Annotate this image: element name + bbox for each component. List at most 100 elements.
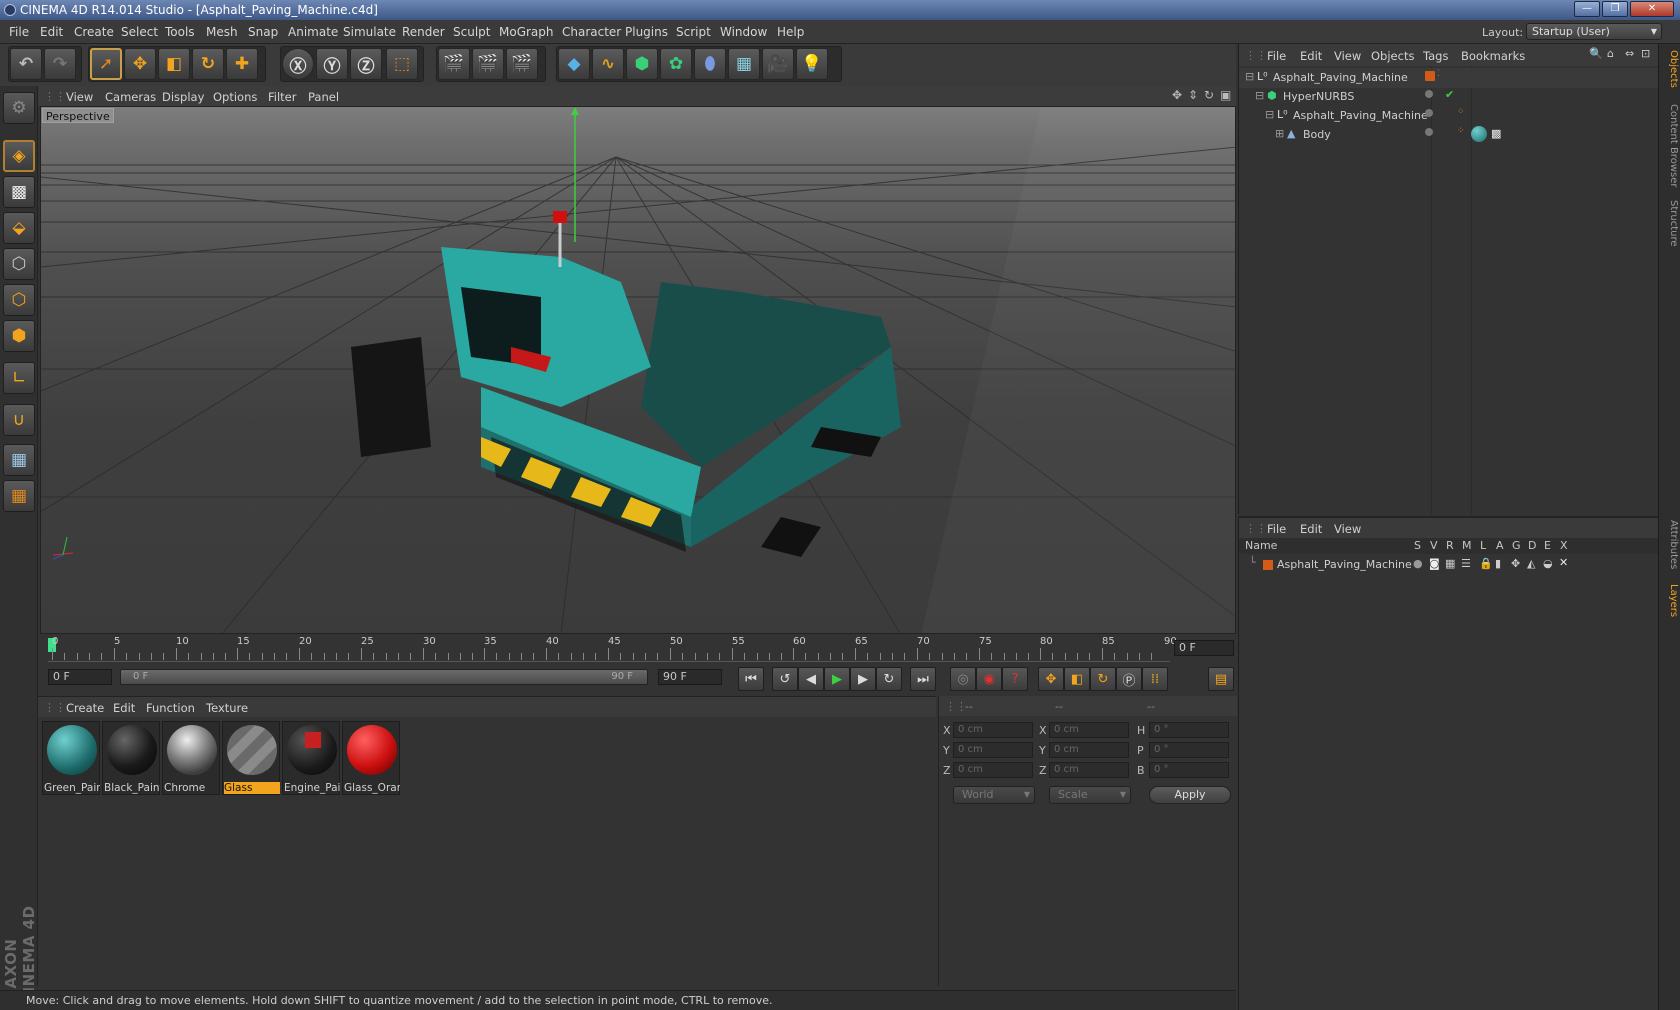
material-menu-texture[interactable]: Texture: [206, 701, 248, 715]
layer-color-swatch[interactable]: [1263, 560, 1273, 570]
layout-dropdown[interactable]: Startup (User) ▼: [1526, 23, 1662, 40]
lock-toggle-icon[interactable]: 🔒: [1479, 557, 1493, 570]
editor-visibility-dot[interactable]: [1425, 109, 1433, 117]
viewport-menu-view[interactable]: View: [66, 90, 93, 104]
key-pla-icon[interactable]: ⁞⁞: [1142, 667, 1168, 691]
collapse-icon[interactable]: ⊟: [1265, 108, 1274, 121]
tag-icon[interactable]: ⁘: [1457, 126, 1465, 136]
animation-toggle-icon[interactable]: ▮: [1495, 557, 1501, 570]
spline-icon[interactable]: ∿: [592, 48, 624, 80]
make-editable-icon[interactable]: ⚙: [3, 92, 35, 124]
key-parameter-icon[interactable]: Ⓟ: [1116, 667, 1142, 691]
visible-toggle-icon[interactable]: ◙: [1429, 557, 1440, 570]
points-mode-icon[interactable]: ⬡: [3, 248, 35, 280]
light-icon[interactable]: 💡: [796, 48, 828, 80]
timeline[interactable]: 0 5 10 15 20 25 30 35 40 45 50 55 60 65 70 75 80 85 90 0 F: [38, 634, 1236, 664]
visibility-dots-icon[interactable]: ⁚: [1437, 69, 1440, 79]
material-menu-function[interactable]: Function: [146, 701, 195, 715]
timeline-window-icon[interactable]: ▤: [1208, 667, 1234, 691]
collapse-icon[interactable]: ⊟: [1255, 89, 1264, 102]
render-view-icon[interactable]: 🎬: [438, 48, 470, 80]
coordinate-system-icon[interactable]: ⬚: [386, 48, 418, 80]
key-move-icon[interactable]: ✥: [1038, 667, 1064, 691]
undo-icon[interactable]: ↶: [10, 48, 42, 80]
frame-range-slider[interactable]: 0 F 90 F: [120, 669, 648, 685]
camera-icon[interactable]: 🎥: [762, 48, 794, 80]
tab-layers[interactable]: Layers: [1661, 584, 1679, 617]
layer-menu-edit[interactable]: Edit: [1300, 522, 1322, 536]
live-selection-icon[interactable]: ➚: [90, 48, 122, 80]
menu-snap[interactable]: Snap: [248, 25, 278, 39]
key-rotate-icon[interactable]: ↻: [1090, 667, 1116, 691]
material-tag-icon[interactable]: [1471, 126, 1487, 142]
menu-mesh[interactable]: Mesh: [206, 25, 238, 39]
editor-visibility-dot[interactable]: [1425, 90, 1433, 98]
move-icon[interactable]: ✥: [124, 48, 156, 80]
material-swatch[interactable]: Chrome: [162, 721, 220, 795]
keyframe-help-icon[interactable]: ?: [1002, 667, 1028, 691]
menu-sculpt[interactable]: Sculpt: [453, 25, 490, 39]
autokey-icon[interactable]: ◉: [976, 667, 1002, 691]
workplane-rotate-icon[interactable]: ▦: [3, 480, 35, 512]
viewport-menu-panel[interactable]: Panel: [308, 90, 339, 104]
position-y-field[interactable]: 0 cm: [953, 742, 1033, 758]
menu-mograph[interactable]: MoGraph: [499, 25, 554, 39]
previous-frame-icon[interactable]: ◀: [798, 667, 824, 691]
menu-edit[interactable]: Edit: [40, 25, 63, 39]
rotation-p-field[interactable]: 0 °: [1149, 742, 1229, 758]
layer-menu-file[interactable]: File: [1267, 522, 1286, 536]
menu-file[interactable]: File: [9, 25, 29, 39]
viewport-menu-options[interactable]: Options: [213, 90, 257, 104]
record-keys-icon[interactable]: ◎: [950, 667, 976, 691]
tab-structure[interactable]: Structure: [1661, 200, 1679, 247]
current-frame-field[interactable]: 0 F: [1174, 640, 1234, 656]
rotate-icon[interactable]: ↻: [192, 48, 224, 80]
edges-mode-icon[interactable]: ⬡: [3, 284, 35, 316]
tab-objects[interactable]: Objects: [1661, 50, 1679, 88]
z-axis-icon[interactable]: Ⓩ: [350, 48, 382, 80]
new-window-icon[interactable]: ⊡: [1641, 47, 1650, 60]
minimize-button[interactable]: —: [1574, 1, 1600, 17]
viewport-menu-display[interactable]: Display: [162, 90, 204, 104]
menu-window[interactable]: Window: [720, 25, 767, 39]
key-scale-icon[interactable]: ◧: [1064, 667, 1090, 691]
workplane-mode-icon[interactable]: ⬙: [3, 212, 35, 244]
menu-plugins[interactable]: Plugins: [625, 25, 668, 39]
size-x-field[interactable]: 0 cm: [1049, 722, 1129, 738]
object-row[interactable]: ⊟ ⬢ HyperNURBS ✔: [1239, 87, 1659, 107]
tag-icon[interactable]: ⁘: [1457, 107, 1465, 117]
deformers-toggle-icon[interactable]: ◭: [1527, 557, 1535, 570]
tab-attributes[interactable]: Attributes: [1661, 520, 1679, 569]
collapse-icon[interactable]: ⊟: [1245, 70, 1254, 83]
material-swatch[interactable]: Engine_Pai: [282, 721, 340, 795]
menu-simulate[interactable]: Simulate: [343, 25, 396, 39]
object-row[interactable]: ⊟ L⁰ Asphalt_Paving_Machine ⁘: [1239, 106, 1659, 126]
material-swatch[interactable]: Green_Pair: [42, 721, 100, 795]
deformer-icon[interactable]: ⬮: [694, 48, 726, 80]
viewport-menu-filter[interactable]: Filter: [268, 90, 296, 104]
expressions-toggle-icon[interactable]: ◒: [1543, 557, 1553, 570]
object-row[interactable]: ⊞ ▲ Body ⁘ ▩: [1239, 125, 1659, 145]
menu-select[interactable]: Select: [121, 25, 158, 39]
go-to-start-icon[interactable]: ⏮: [738, 667, 764, 691]
menu-script[interactable]: Script: [676, 25, 711, 39]
material-menu-edit[interactable]: Edit: [113, 701, 135, 715]
rotation-h-field[interactable]: 0 °: [1149, 722, 1229, 738]
enabled-check-icon[interactable]: ✔: [1445, 88, 1454, 101]
scale-icon[interactable]: ◧: [158, 48, 190, 80]
size-y-field[interactable]: 0 cm: [1049, 742, 1129, 758]
rotation-b-field[interactable]: 0 °: [1149, 762, 1229, 778]
material-swatch[interactable]: Black_Paint: [102, 721, 160, 795]
menu-help[interactable]: Help: [777, 25, 804, 39]
object-row[interactable]: ⊟ L⁰ Asphalt_Paving_Machine ⁚: [1239, 68, 1659, 88]
snap-magnet-icon[interactable]: ∪: [3, 404, 35, 436]
position-z-field[interactable]: 0 cm: [953, 762, 1033, 778]
maximize-button[interactable]: ❐: [1602, 1, 1628, 17]
tab-content-browser[interactable]: Content Browser: [1661, 104, 1679, 187]
start-frame-field[interactable]: 0 F: [48, 669, 112, 685]
hierarchy-icon[interactable]: ⇔: [1625, 47, 1634, 60]
expand-icon[interactable]: ⊞: [1275, 127, 1284, 140]
workplane-lock-icon[interactable]: ▦: [3, 444, 35, 476]
generators-toggle-icon[interactable]: ✥: [1511, 557, 1520, 570]
layer-row[interactable]: └ Asphalt_Paving_Machine ● ◙ ▦ ☰ 🔒 ▮ ✥ ◭…: [1239, 556, 1659, 574]
